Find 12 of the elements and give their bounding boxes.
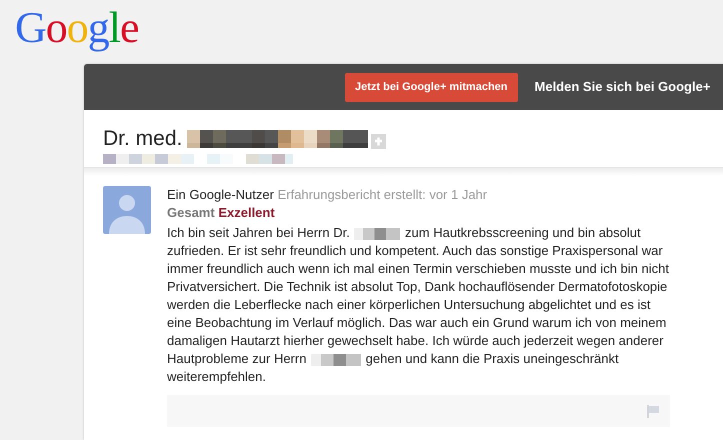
puzzle-icon bbox=[371, 134, 386, 148]
google-logo[interactable]: Google bbox=[15, 2, 139, 54]
avatar-icon bbox=[103, 186, 151, 234]
rating-label: Gesamt bbox=[167, 205, 215, 220]
sign-in-link[interactable]: Melden Sie sich bei Google+ bbox=[534, 77, 710, 97]
rating-value: Exzellent bbox=[218, 205, 275, 220]
join-button[interactable]: Jetzt bei Google+ mitmachen bbox=[345, 72, 518, 102]
review-text: Ich bin seit Jahren bei Herrn Dr. zum Hautkrebsscreening und bin absolut zufrieden. Er ist sehr freundlich und kompetent. Auch das sonstige Praxispersonal war immer freundlich auch wenn ich mal einen Termin verschieben musste und ich bin nicht Privatversichert. Die Technik ist absolut Top, Dank hochauflösender Dermatofotoskopie werden die Leberflecke nach einer körperlichen Untersuchung abgelichtet und es ist eine Beobachtung im Verlauf möglich. Das war auch ein Grund warum ich von meinem damaligen Hautarzt hierher gewechselt habe. Ich würde auch jederzeit wegen anderer Hautprobleme zur Herrn gehen und kann die Praxis uneingeschränkt weiterempfehlen. bbox=[167, 224, 670, 386]
review-date: Erfahrungsbericht erstellt: vor 1 Jahr bbox=[278, 187, 488, 202]
flag-icon[interactable] bbox=[647, 404, 660, 418]
place-name: Dr. med. bbox=[103, 127, 182, 151]
review-author: Ein Google-Nutzer bbox=[167, 187, 274, 202]
